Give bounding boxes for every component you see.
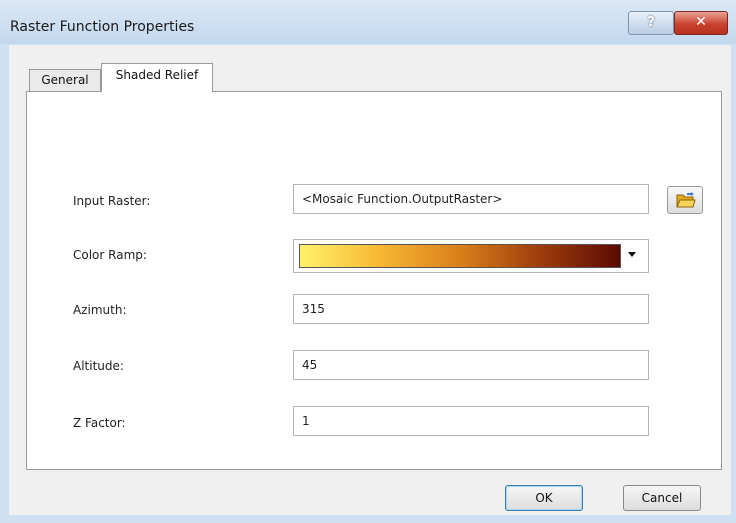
azimuth-label: Azimuth: bbox=[73, 303, 127, 317]
altitude-field[interactable]: 45 bbox=[293, 350, 649, 380]
browse-button[interactable] bbox=[667, 186, 703, 214]
question-mark-icon: ? bbox=[647, 15, 655, 30]
color-ramp-swatch bbox=[299, 244, 621, 268]
close-button[interactable]: ✕ bbox=[674, 11, 728, 35]
tab-general[interactable]: General bbox=[29, 69, 101, 91]
color-ramp-dropdown[interactable] bbox=[293, 239, 649, 273]
tab-strip: General Shaded Relief bbox=[9, 45, 731, 92]
cancel-button[interactable]: Cancel bbox=[623, 485, 701, 511]
azimuth-field[interactable]: 315 bbox=[293, 294, 649, 324]
dialog-client-area: General Shaded Relief Input Raster: <Mos… bbox=[9, 45, 731, 515]
help-button[interactable]: ? bbox=[628, 11, 674, 35]
color-ramp-label: Color Ramp: bbox=[73, 248, 147, 262]
folder-icon bbox=[676, 192, 696, 208]
title-bar[interactable]: Raster Function Properties ? ✕ bbox=[0, 0, 736, 44]
raster-function-properties-dialog: Raster Function Properties ? ✕ General S… bbox=[0, 0, 736, 523]
close-icon: ✕ bbox=[695, 14, 707, 30]
window-title: Raster Function Properties bbox=[10, 19, 195, 35]
shaded-relief-page: Input Raster: <Mosaic Function.OutputRas… bbox=[26, 91, 722, 470]
ok-button[interactable]: OK bbox=[505, 485, 583, 511]
z-factor-label: Z Factor: bbox=[73, 416, 126, 430]
input-raster-field[interactable]: <Mosaic Function.OutputRaster> bbox=[293, 184, 649, 214]
tab-shaded-relief[interactable]: Shaded Relief bbox=[101, 63, 213, 92]
altitude-label: Altitude: bbox=[73, 359, 124, 373]
dropdown-arrow-icon bbox=[628, 252, 636, 257]
z-factor-field[interactable]: 1 bbox=[293, 406, 649, 436]
input-raster-label: Input Raster: bbox=[73, 194, 151, 208]
